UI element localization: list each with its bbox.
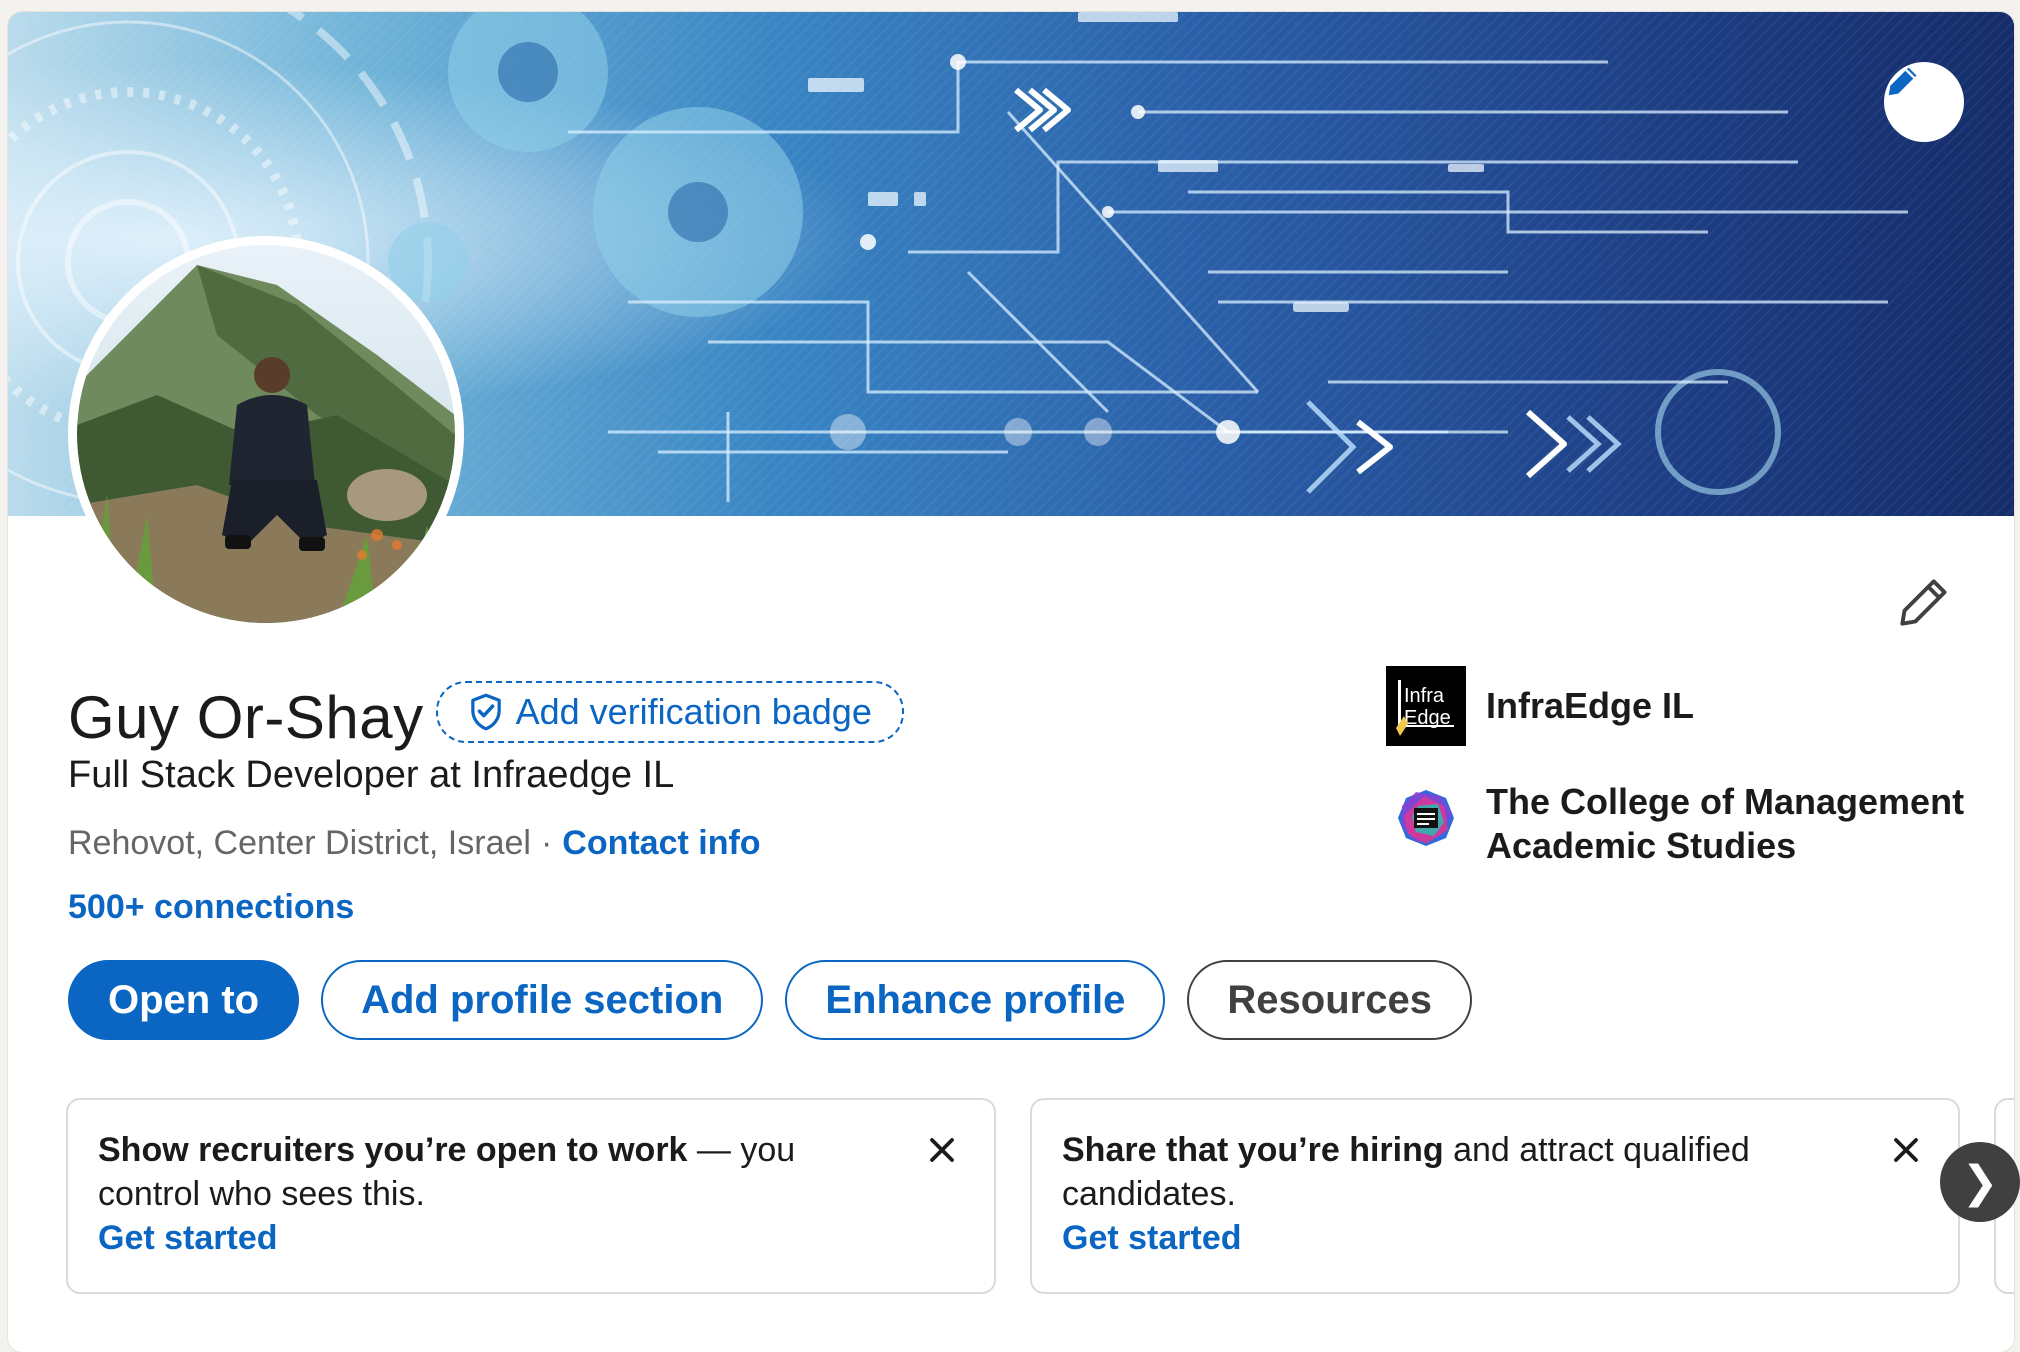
hiring-suggestion-card: Share that you’re hiring and attract qua… bbox=[1030, 1098, 1960, 1294]
add-verification-badge-button[interactable]: Add verification badge bbox=[435, 681, 904, 743]
education-school[interactable]: The College of Management Academic Studi… bbox=[1386, 778, 1966, 868]
dismiss-suggestion-button[interactable] bbox=[1884, 1128, 1928, 1172]
profile-actions: Open to Add profile section Enhance prof… bbox=[68, 960, 1472, 1040]
add-profile-section-button[interactable]: Add profile section bbox=[321, 960, 764, 1040]
profile-name: Guy Or-Shay bbox=[68, 684, 424, 751]
open-to-button[interactable]: Open to bbox=[68, 960, 300, 1040]
profile-headline: Full Stack Developer at Infraedge IL bbox=[68, 754, 675, 796]
close-icon bbox=[930, 1138, 954, 1162]
chevron-right-icon: ❯ bbox=[1961, 1157, 1999, 1207]
get-started-link[interactable]: Get started bbox=[98, 1216, 964, 1260]
shield-check-icon bbox=[468, 693, 504, 731]
college-logo bbox=[1386, 778, 1466, 858]
profile-card: Guy Or-Shay Add verification badge Full … bbox=[8, 12, 2014, 1352]
location-row: Rehovot, Center District, Israel · Conta… bbox=[68, 824, 761, 863]
edit-banner-button[interactable] bbox=[1884, 62, 1964, 142]
profile-photo[interactable] bbox=[68, 236, 464, 632]
contact-info-link[interactable]: Contact info bbox=[562, 824, 760, 863]
dismiss-suggestion-button[interactable] bbox=[920, 1128, 964, 1172]
verification-badge-label: Add verification badge bbox=[515, 691, 872, 732]
suggestion-text: Share that you’re hiring and attract qua… bbox=[1062, 1128, 1822, 1216]
open-to-work-suggestion-card: Show recruiters you’re open to work — yo… bbox=[66, 1098, 996, 1294]
close-icon bbox=[1894, 1138, 1918, 1162]
pencil-outline-icon bbox=[1900, 579, 1947, 626]
svg-text:Infra: Infra bbox=[1404, 685, 1445, 707]
name-row: Guy Or-Shay Add verification badge bbox=[68, 680, 904, 756]
profile-location: Rehovot, Center District, Israel bbox=[68, 824, 531, 862]
avatar-image bbox=[77, 245, 455, 623]
suggestion-text: Show recruiters you’re open to work — yo… bbox=[98, 1128, 858, 1216]
infraedge-logo: Infra Edge bbox=[1386, 666, 1466, 746]
get-started-link[interactable]: Get started bbox=[1062, 1216, 1928, 1260]
school-name: The College of Management Academic Studi… bbox=[1486, 781, 1965, 866]
enhance-profile-button[interactable]: Enhance profile bbox=[785, 960, 1166, 1040]
suggestion-headline: Show recruiters you’re open to work bbox=[98, 1131, 688, 1169]
separator-dot: · bbox=[540, 824, 553, 862]
current-company[interactable]: Infra Edge InfraEdge IL bbox=[1386, 666, 1694, 746]
resources-button[interactable]: Resources bbox=[1187, 960, 1472, 1040]
carousel-next-button[interactable]: ❯ bbox=[1940, 1142, 2020, 1222]
pencil-icon bbox=[1888, 67, 1917, 96]
connections-link[interactable]: 500+ connections bbox=[68, 888, 354, 927]
edit-intro-button[interactable] bbox=[1892, 570, 1956, 634]
suggestion-headline: Share that you’re hiring bbox=[1062, 1131, 1444, 1169]
company-name: InfraEdge IL bbox=[1486, 685, 1695, 726]
